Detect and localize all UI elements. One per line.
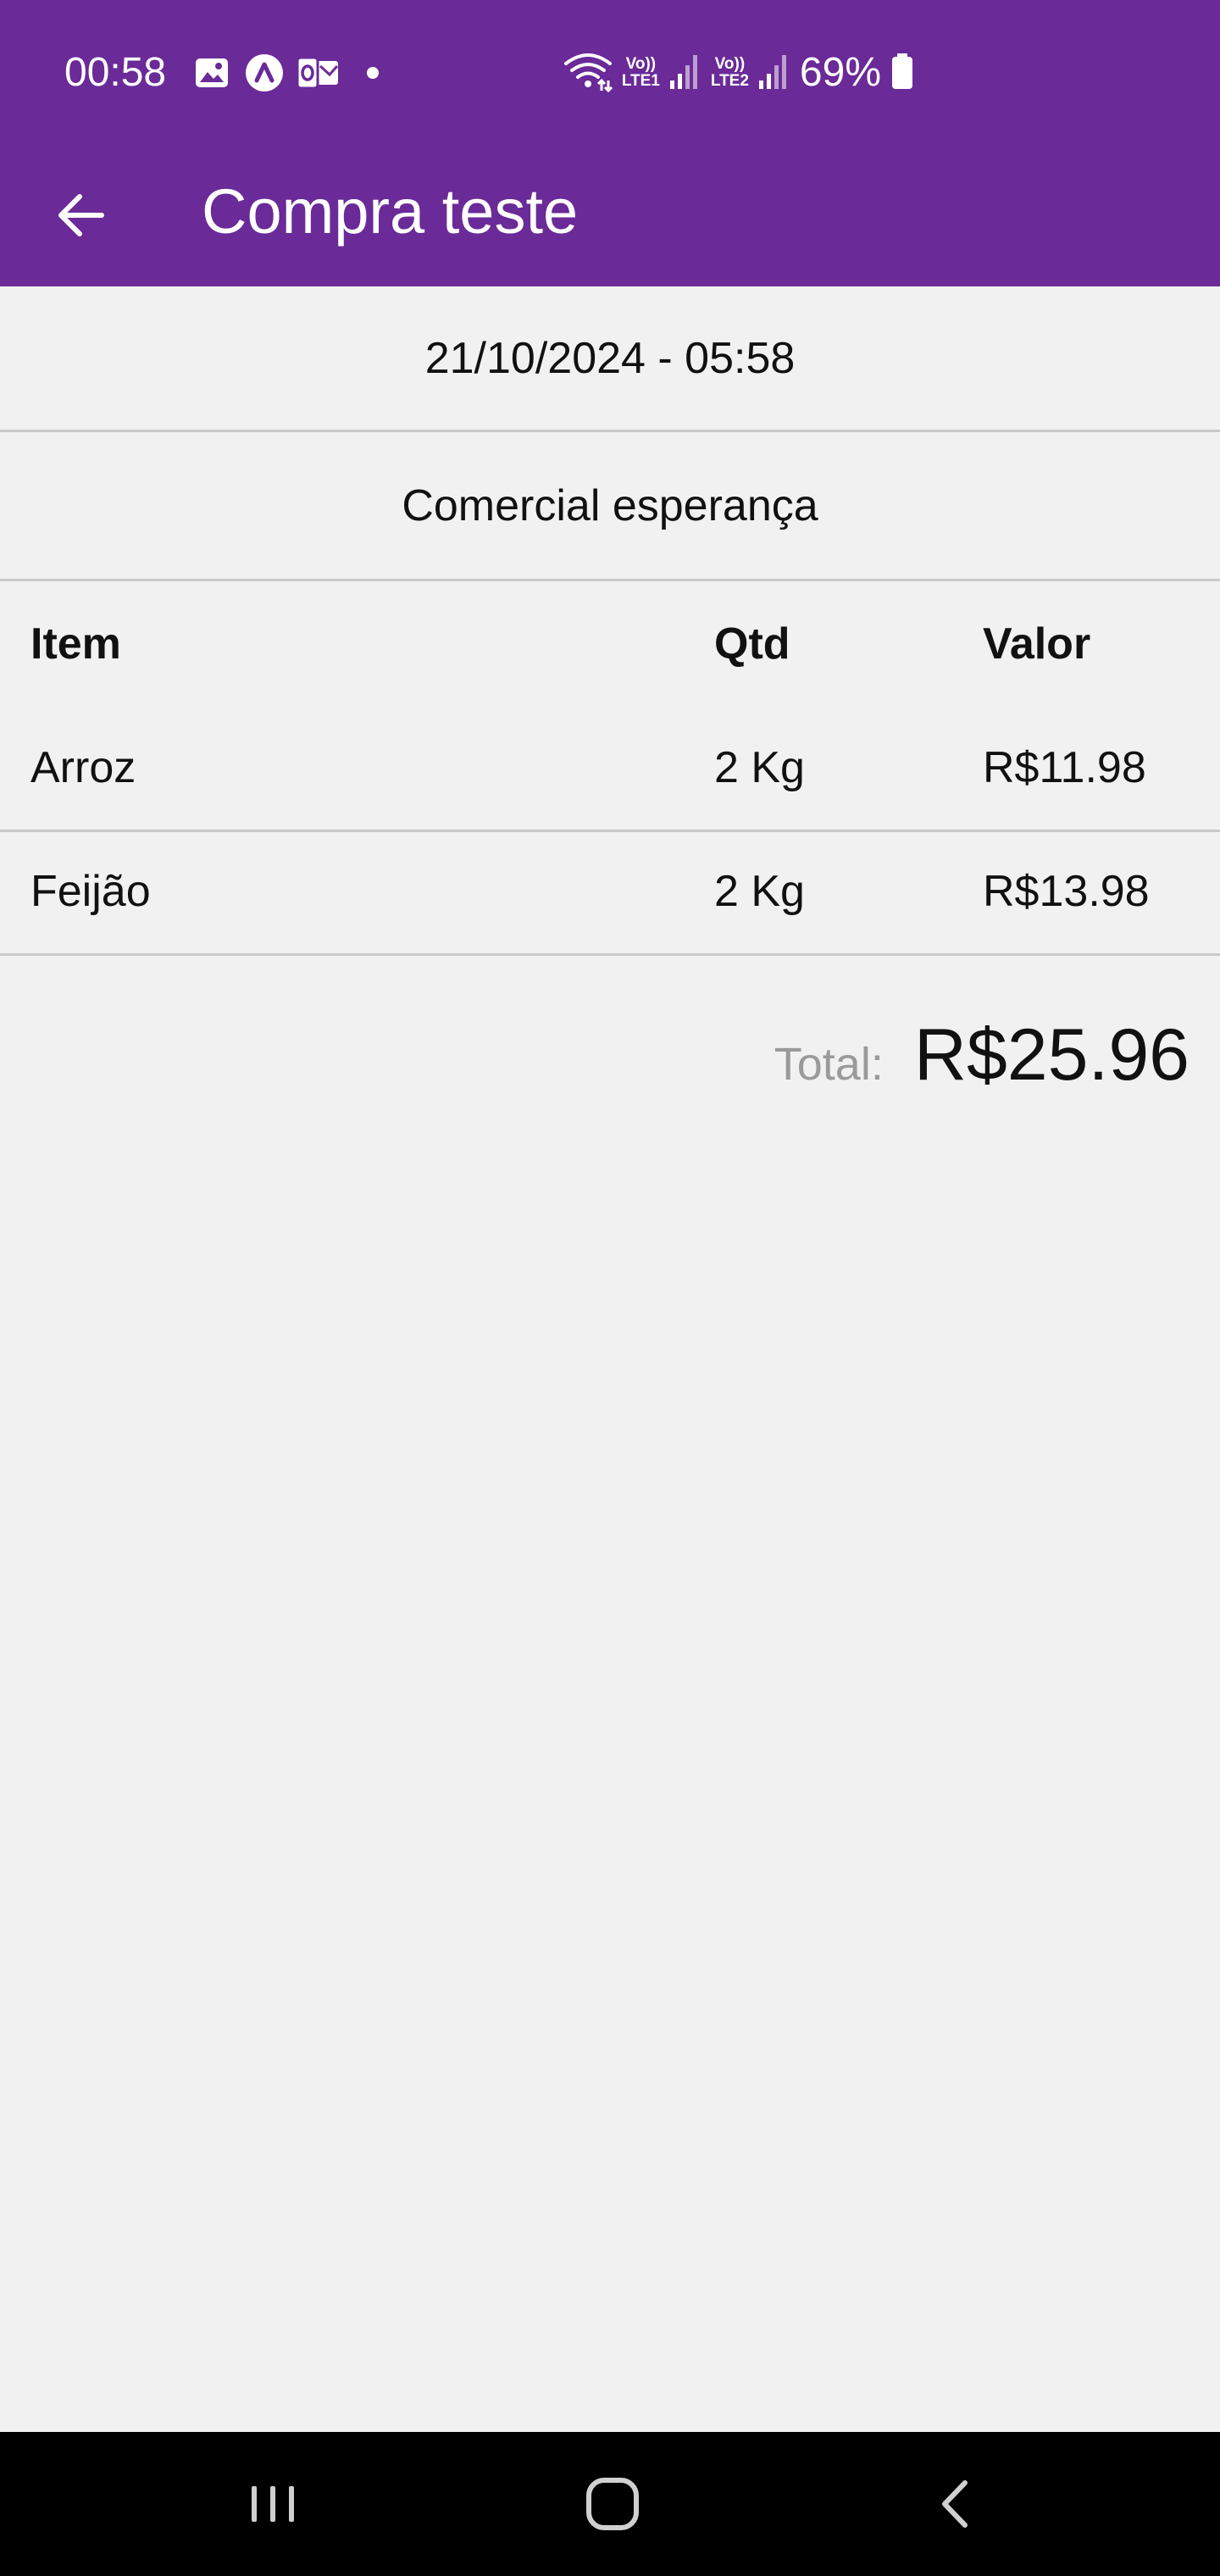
row-qtd: 2 Kg xyxy=(714,867,805,916)
status-time: 00:58 xyxy=(64,50,167,95)
header-item: Item xyxy=(30,619,121,669)
purchase-datetime: 21/10/2024 - 05:58 xyxy=(0,286,1220,432)
home-icon xyxy=(586,2478,639,2530)
row-item: Feijão xyxy=(30,867,151,916)
signal-icon-2 xyxy=(757,52,791,95)
total-label: Total: xyxy=(774,1039,884,1090)
header-valor: Valor xyxy=(983,619,1091,669)
total-value: R$25.96 xyxy=(913,1014,1190,1096)
home-button[interactable] xyxy=(572,2462,657,2546)
volte-label: Vo)) xyxy=(625,55,657,73)
battery-icon xyxy=(890,52,915,95)
status-indicators: Vo)) LTE1 Vo)) LTE2 69% xyxy=(563,49,915,97)
page-title: Compra teste xyxy=(202,176,579,247)
row-valor: R$11.98 xyxy=(983,743,1146,792)
wifi-icon xyxy=(563,50,613,97)
sim1-label: LTE1 xyxy=(621,72,660,90)
app-icon xyxy=(244,53,285,93)
back-button[interactable] xyxy=(44,178,119,253)
row-qtd: 2 Kg xyxy=(714,743,805,792)
outlook-icon xyxy=(297,53,341,93)
header-qtd: Qtd xyxy=(714,619,790,669)
row-valor: R$13.98 xyxy=(983,867,1150,916)
store-name: Comercial esperança xyxy=(0,432,1220,581)
arrow-left-icon xyxy=(58,194,104,236)
gallery-icon xyxy=(193,53,230,93)
table-row[interactable]: Feijão 2 Kg R$13.98 xyxy=(0,832,1220,956)
table-header: Item Qtd Valor xyxy=(0,581,1220,708)
recent-apps-icon xyxy=(252,2486,294,2522)
system-nav-bar xyxy=(0,2432,1220,2576)
volte-lte2-icon: Vo)) LTE2 xyxy=(711,56,749,90)
app-bar: Compra teste xyxy=(0,146,1220,286)
volte-lte1-icon: Vo)) LTE1 xyxy=(622,56,660,90)
row-item: Arroz xyxy=(30,743,136,792)
battery-percent: 69% xyxy=(799,50,881,95)
table-row[interactable]: Arroz 2 Kg R$11.98 xyxy=(0,708,1220,832)
sim2-label: LTE2 xyxy=(710,72,749,90)
dot-icon xyxy=(363,53,383,93)
status-bar: 00:58 Vo)) LTE1 Vo)) LTE2 69% xyxy=(0,0,1220,146)
nav-back-button[interactable] xyxy=(913,2462,998,2546)
total-summary: Total: R$25.96 xyxy=(774,1013,1190,1107)
recent-apps-button[interactable] xyxy=(230,2462,315,2546)
volte-label-2: Vo)) xyxy=(714,55,746,73)
items-table: Item Qtd Valor Arroz 2 Kg R$11.98 Feijão… xyxy=(0,581,1220,956)
signal-icon xyxy=(668,52,702,95)
back-icon xyxy=(942,2480,968,2528)
